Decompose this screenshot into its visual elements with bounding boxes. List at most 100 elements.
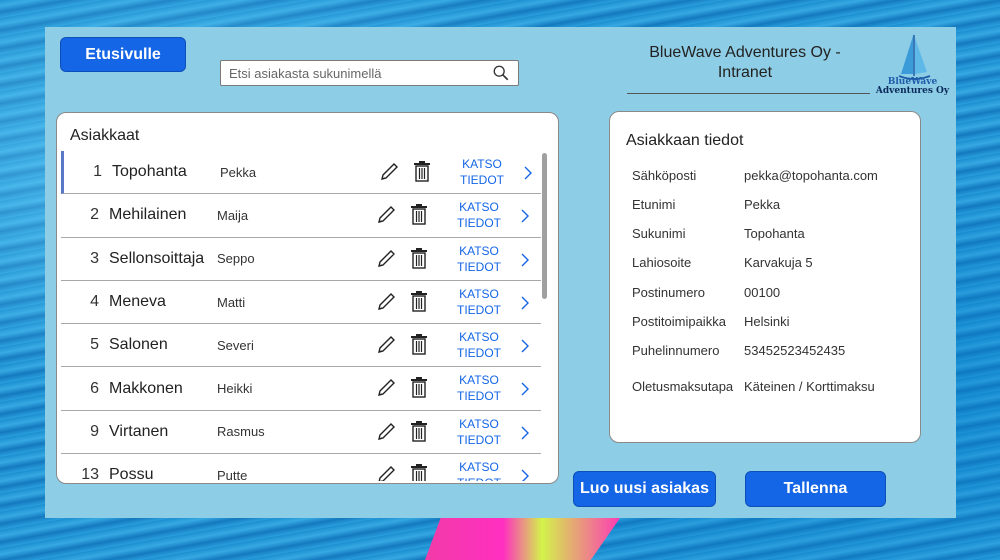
chevron-right-icon[interactable]: [519, 251, 531, 269]
customer-firstname: Seppo: [217, 251, 255, 267]
background-sail: [425, 518, 620, 560]
customer-firstname: Matti: [217, 294, 246, 310]
detail-field-label: Sähköposti: [632, 168, 697, 183]
view-details-label-2: TIEDOT: [457, 432, 501, 447]
customer-id: 9: [90, 422, 99, 440]
detail-field-label: Sukunimi: [632, 226, 686, 241]
save-button[interactable]: Tallenna: [745, 471, 886, 507]
pencil-icon[interactable]: [375, 377, 397, 399]
customer-surname: Makkonen: [109, 379, 183, 397]
view-details-link[interactable]: KATSO TIEDOT: [453, 286, 505, 318]
customer-id: 5: [90, 336, 99, 354]
search-box[interactable]: [220, 60, 519, 86]
view-details-link[interactable]: KATSO TIEDOT: [453, 416, 505, 448]
customer-surname: Salonen: [109, 336, 168, 354]
chevron-right-icon[interactable]: [519, 337, 531, 355]
customer-row[interactable]: 4 Meneva Matti KATSO TIEDOT: [61, 281, 541, 325]
trash-icon[interactable]: [410, 203, 428, 225]
customer-row[interactable]: 3 Sellonsoittaja Seppo KATSO TIEDOT: [61, 238, 541, 281]
customer-firstname: Severi: [217, 337, 254, 353]
pencil-icon[interactable]: [375, 334, 397, 356]
customer-id: 4: [90, 293, 99, 311]
detail-field-value: Karvakuja 5: [744, 255, 813, 270]
view-details-label-1: KATSO: [459, 460, 499, 475]
detail-field-value: Käteinen / Korttimaksu: [744, 379, 875, 394]
pencil-icon[interactable]: [375, 421, 397, 443]
pencil-icon[interactable]: [375, 204, 397, 226]
search-input[interactable]: [229, 65, 492, 81]
chevron-right-icon[interactable]: [522, 164, 534, 182]
customer-surname: Mehilainen: [109, 206, 187, 224]
view-details-label-1: KATSO: [459, 286, 499, 301]
trash-icon[interactable]: [410, 290, 428, 312]
detail-field-label: Postitoimipaikka: [632, 314, 726, 329]
view-details-label-2: TIEDOT: [457, 346, 501, 361]
view-details-link[interactable]: KATSO TIEDOT: [453, 329, 505, 361]
title-divider: [627, 93, 870, 94]
detail-field-value: 00100: [744, 285, 781, 300]
view-details-link[interactable]: KATSO TIEDOT: [453, 243, 505, 275]
detail-field-value: pekka@topohanta.com: [744, 168, 878, 183]
customer-firstname: Putte: [217, 467, 248, 481]
customer-row[interactable]: 1 Topohanta Pekka KATSO TIEDOT: [61, 151, 541, 195]
list-scrollbar[interactable]: [542, 153, 547, 299]
customer-row[interactable]: 6 Makkonen Heikki KATSO TIEDOT: [61, 367, 541, 411]
pencil-icon[interactable]: [375, 464, 397, 481]
view-details-label-1: KATSO: [459, 243, 499, 258]
main-panel: Etusivulle BlueWave Adventures Oy - Intr…: [45, 27, 956, 518]
view-details-link[interactable]: KATSO TIEDOT: [453, 199, 505, 231]
view-details-label-1: KATSO: [459, 200, 499, 215]
company-title-line2: Intranet: [717, 64, 773, 81]
pencil-icon[interactable]: [375, 248, 397, 270]
detail-field-label: Etunimi: [632, 197, 676, 212]
view-details-label-2: TIEDOT: [457, 216, 501, 231]
logo-text: BlueWave Adventures Oy: [875, 78, 950, 96]
detail-field-value: Pekka: [744, 197, 781, 212]
pencil-icon[interactable]: [375, 291, 397, 313]
view-details-label-2: TIEDOT: [457, 389, 501, 404]
customer-id: 2: [90, 206, 99, 224]
detail-field-value: Topohanta: [744, 226, 805, 241]
details-title: Asiakkaan tiedot: [626, 132, 744, 149]
customer-id: 1: [93, 163, 102, 181]
customer-row[interactable]: 5 Salonen Severi KATSO TIEDOT: [61, 324, 541, 368]
detail-field-label: Postinumero: [632, 285, 705, 300]
customer-surname: Topohanta: [112, 163, 187, 181]
view-details-label-1: KATSO: [459, 330, 499, 345]
chevron-right-icon[interactable]: [519, 380, 531, 398]
detail-field-value: Helsinki: [744, 314, 790, 329]
view-details-link[interactable]: KATSO TIEDOT: [453, 372, 505, 404]
chevron-right-icon[interactable]: [519, 207, 531, 225]
trash-icon[interactable]: [410, 333, 428, 355]
customer-surname: Sellonsoittaja: [109, 249, 205, 267]
pencil-icon[interactable]: [378, 161, 400, 183]
chevron-right-icon[interactable]: [519, 467, 531, 481]
customer-list[interactable]: 1 Topohanta Pekka KATSO TIEDOT 2 Mehilai…: [61, 151, 541, 481]
chevron-right-icon[interactable]: [519, 294, 531, 312]
customer-id: 6: [90, 379, 99, 397]
customer-surname: Meneva: [109, 293, 166, 311]
view-details-label-2: TIEDOT: [453, 475, 505, 481]
new-customer-button[interactable]: Luo uusi asiakas: [573, 471, 716, 507]
customer-list-title: Asiakkaat: [70, 127, 140, 144]
view-details-link[interactable]: KATSO TIEDOT: [453, 459, 505, 481]
trash-icon[interactable]: [410, 463, 428, 481]
view-details-label-1: KATSO: [459, 373, 499, 388]
trash-icon[interactable]: [410, 420, 428, 442]
customer-surname: Virtanen: [109, 422, 169, 440]
home-button[interactable]: Etusivulle: [60, 37, 186, 72]
trash-icon[interactable]: [413, 160, 431, 182]
company-title-line1: BlueWave Adventures Oy -: [649, 44, 841, 61]
view-details-label-2: TIEDOT: [460, 173, 504, 187]
customer-list-card: Asiakkaat 1 Topohanta Pekka KATSO TIEDOT…: [56, 112, 559, 484]
customer-id: 3: [90, 249, 99, 267]
trash-icon[interactable]: [410, 376, 428, 399]
search-icon[interactable]: [492, 64, 510, 82]
chevron-right-icon[interactable]: [519, 424, 531, 442]
trash-icon[interactable]: [410, 247, 428, 269]
customer-row[interactable]: 9 Virtanen Rasmus KATSO TIEDOT: [61, 411, 541, 455]
customer-firstname: Rasmus: [217, 424, 265, 440]
customer-row[interactable]: 13 Possu Putte KATSO TIEDOT: [61, 454, 541, 481]
customer-row[interactable]: 2 Mehilainen Maija KATSO TIEDOT: [61, 194, 541, 238]
view-details-link[interactable]: KATSO TIEDOT: [456, 156, 508, 188]
